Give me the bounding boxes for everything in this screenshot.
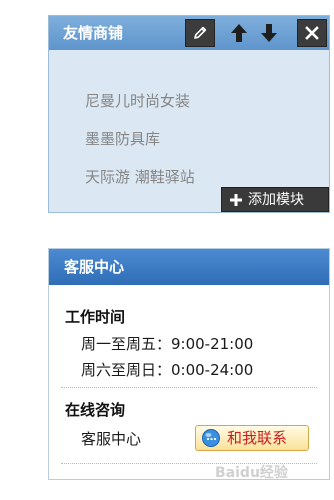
plus-icon [230,193,242,206]
friend-shops-header: 友情商铺 [49,16,329,50]
contact-me-button[interactable]: 和我联系 [195,425,309,451]
contact-label: 客服中心 [81,430,142,448]
add-module-button[interactable]: 添加模块 [221,187,329,212]
weekend-hours: 周六至周日：0:00-24:00 [81,361,254,379]
friend-shops-widget: 友情商铺 尼曼儿时尚女装 墨墨防具库 天际游 潮鞋驿站 添加模块 [48,15,330,213]
customer-service-header: 客服中心 [49,249,329,285]
shop-link[interactable]: 天际游 潮鞋驿站 [85,158,195,196]
work-hours-title: 工作时间 [65,308,126,326]
move-down-icon [261,24,277,42]
contact-me-label: 和我联系 [227,429,288,447]
add-module-label: 添加模块 [248,191,304,208]
shop-link[interactable]: 尼曼儿时尚女装 [85,82,195,120]
online-consult-title: 在线咨询 [65,401,126,419]
shop-list: 尼曼儿时尚女装 墨墨防具库 天际游 潮鞋驿站 [85,82,195,196]
close-icon [305,26,319,40]
friend-shops-title: 友情商铺 [63,24,124,42]
customer-service-title: 客服中心 [64,258,125,276]
edit-icon [194,26,207,39]
move-up-button[interactable] [227,19,251,47]
weekday-hours: 周一至周五：9:00-21:00 [81,335,254,353]
bottom-divider [61,463,317,464]
customer-service-widget: 客服中心 工作时间 周一至周五：9:00-21:00 周六至周日：0:00-24… [48,248,330,480]
edit-button[interactable] [185,19,215,47]
section-divider [61,387,317,388]
shop-link[interactable]: 墨墨防具库 [85,120,195,158]
move-down-button[interactable] [257,19,281,47]
move-up-icon [231,24,247,42]
chat-bubble-icon [202,429,220,447]
close-button[interactable] [297,19,327,47]
